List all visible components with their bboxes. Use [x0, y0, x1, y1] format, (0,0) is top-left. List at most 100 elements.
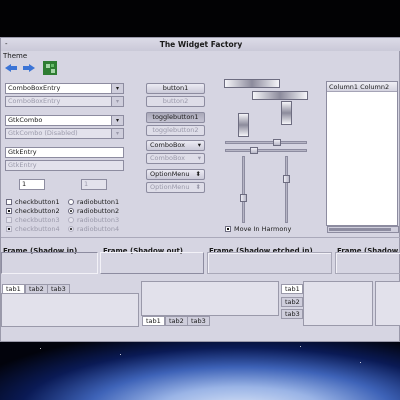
radiobutton3: radiobutton3: [68, 216, 119, 224]
chevron-down-icon[interactable]: ▾: [111, 84, 123, 93]
menu-theme[interactable]: Theme: [3, 52, 27, 60]
scale-vertical-2[interactable]: [285, 156, 288, 223]
tab-bottom-1[interactable]: tab1: [142, 316, 165, 326]
scale-horizontal-2[interactable]: [225, 149, 307, 152]
forward-arrow-icon: [23, 64, 35, 72]
desktop-background-top: [0, 0, 400, 40]
gtk-entry-disabled: GtkEntry: [5, 160, 124, 171]
tab-top-2[interactable]: tab2: [25, 284, 48, 294]
frame-shadow-out: [100, 252, 204, 274]
radiobutton2-label: radiobutton2: [77, 207, 120, 215]
tab-left-1[interactable]: tab1: [281, 284, 303, 294]
frame-shadow-last: [335, 252, 400, 274]
tree-view[interactable]: Column1 Column2: [326, 81, 398, 226]
star: [120, 354, 121, 355]
widget-factory-window: - The Widget Factory Theme ComboBoxEntry…: [0, 37, 400, 342]
togglebutton2: togglebutton2: [146, 125, 205, 136]
gtk-combo-disabled-text: GtkCombo (Disabled): [8, 129, 78, 137]
button2: button2: [146, 96, 205, 107]
progress-bar-vertical-2: [281, 101, 292, 125]
spin-value-disabled: 1: [84, 180, 89, 188]
tree-view-header[interactable]: Column1 Column2: [327, 82, 397, 92]
scale-vertical-1-slider[interactable]: [240, 194, 247, 202]
checkbox-box: [6, 226, 12, 232]
spin-button-disabled: 1: [81, 179, 107, 190]
back-arrow-icon: [5, 64, 17, 72]
checkbutton3-label: checkbutton3: [15, 216, 60, 224]
tab-left-2[interactable]: tab2: [281, 297, 303, 307]
radiobutton4-label: radiobutton4: [77, 225, 120, 233]
radiobutton3-label: radiobutton3: [77, 216, 120, 224]
puzzle-icon: [43, 61, 57, 75]
frame-shadow-in: [1, 252, 98, 274]
progress-bar-vertical-1: [238, 113, 249, 137]
radiobutton1[interactable]: radiobutton1: [68, 198, 119, 206]
forward-button[interactable]: [22, 62, 36, 74]
tree-view-hscrollbar[interactable]: [327, 226, 399, 233]
combo-box-disabled-label: ComboBox: [150, 154, 186, 162]
scale-vertical-1[interactable]: [242, 156, 245, 223]
tab-left-3[interactable]: tab3: [281, 309, 303, 319]
combo-box-label: ComboBox: [150, 141, 186, 149]
togglebutton1[interactable]: togglebutton1: [146, 112, 205, 123]
combo-box-entry-disabled: ComboBoxEntry ▾: [5, 96, 124, 107]
frame-shadow-etched-in: [207, 252, 332, 274]
gtk-combo-text: GtkCombo: [8, 116, 43, 124]
radio-circle: [68, 208, 74, 214]
checkbutton4-label: checkbutton4: [15, 225, 60, 233]
gtk-combo[interactable]: GtkCombo ▾: [5, 115, 124, 126]
option-menu-disabled-label: OptionMenu: [150, 183, 190, 191]
combo-box-entry-disabled-text: ComboBoxEntry: [8, 97, 61, 105]
move-in-harmony-check[interactable]: Move In Harmony: [225, 225, 291, 233]
combo-box[interactable]: ComboBox ▾: [146, 140, 205, 151]
star: [300, 346, 301, 347]
checkbutton2[interactable]: checkbutton2: [6, 207, 60, 215]
option-menu[interactable]: OptionMenu ⬍: [146, 169, 205, 180]
star: [360, 362, 361, 363]
radiobutton1-label: radiobutton1: [77, 198, 120, 206]
tab-top-3[interactable]: tab3: [47, 284, 70, 294]
checkbutton1[interactable]: checkbutton1: [6, 198, 60, 206]
updown-icon: ⬍: [195, 183, 201, 191]
checkbutton1-label: checkbutton1: [15, 198, 60, 206]
radio-circle: [68, 226, 74, 232]
radiobutton2[interactable]: radiobutton2: [68, 207, 119, 215]
radio-circle: [68, 217, 74, 223]
scale-horizontal-2-slider[interactable]: [250, 147, 258, 154]
desktop-background-bottom: [0, 342, 400, 400]
gtk-combo-disabled: GtkCombo (Disabled) ▾: [5, 128, 124, 139]
gtk-entry[interactable]: GtkEntry: [5, 147, 124, 158]
combo-box-entry[interactable]: ComboBoxEntry ▾: [5, 83, 124, 94]
option-menu-label: OptionMenu: [150, 170, 190, 178]
scale-horizontal-1-slider[interactable]: [273, 139, 281, 146]
radiobutton4: radiobutton4: [68, 225, 119, 233]
scrollbar-thumb[interactable]: [329, 228, 391, 231]
chevron-down-icon[interactable]: ▾: [111, 116, 123, 125]
chevron-down-icon: ▾: [197, 154, 201, 162]
title-bar[interactable]: - The Widget Factory: [1, 38, 400, 51]
tab-top-1[interactable]: tab1: [2, 284, 25, 294]
checkbox-box: [6, 199, 12, 205]
tab-bottom-2[interactable]: tab2: [165, 316, 188, 326]
chevron-down-icon: ▾: [197, 141, 201, 149]
separator: [1, 237, 400, 238]
back-button[interactable]: [4, 62, 18, 74]
radio-circle: [68, 199, 74, 205]
scale-vertical-2-slider[interactable]: [283, 175, 290, 183]
app-icon-button[interactable]: [42, 60, 58, 76]
notebook-left-panel: [303, 281, 373, 326]
spin-button[interactable]: 1: [19, 179, 45, 190]
chevron-down-icon: ▾: [111, 97, 123, 106]
notebook-top-panel: [1, 293, 139, 327]
button1[interactable]: button1: [146, 83, 205, 94]
chevron-down-icon: ▾: [111, 129, 123, 138]
updown-icon: ⬍: [195, 170, 201, 178]
scale-horizontal-1[interactable]: [225, 141, 307, 144]
tab-bottom-3[interactable]: tab3: [187, 316, 210, 326]
option-menu-disabled: OptionMenu ⬍: [146, 182, 205, 193]
move-in-harmony-label: Move In Harmony: [234, 225, 292, 233]
spin-value: 1: [22, 180, 27, 188]
notebook-right-panel: [375, 281, 400, 326]
notebook-bottom-panel: [141, 281, 279, 316]
progress-bar-horizontal-1: [224, 79, 280, 88]
